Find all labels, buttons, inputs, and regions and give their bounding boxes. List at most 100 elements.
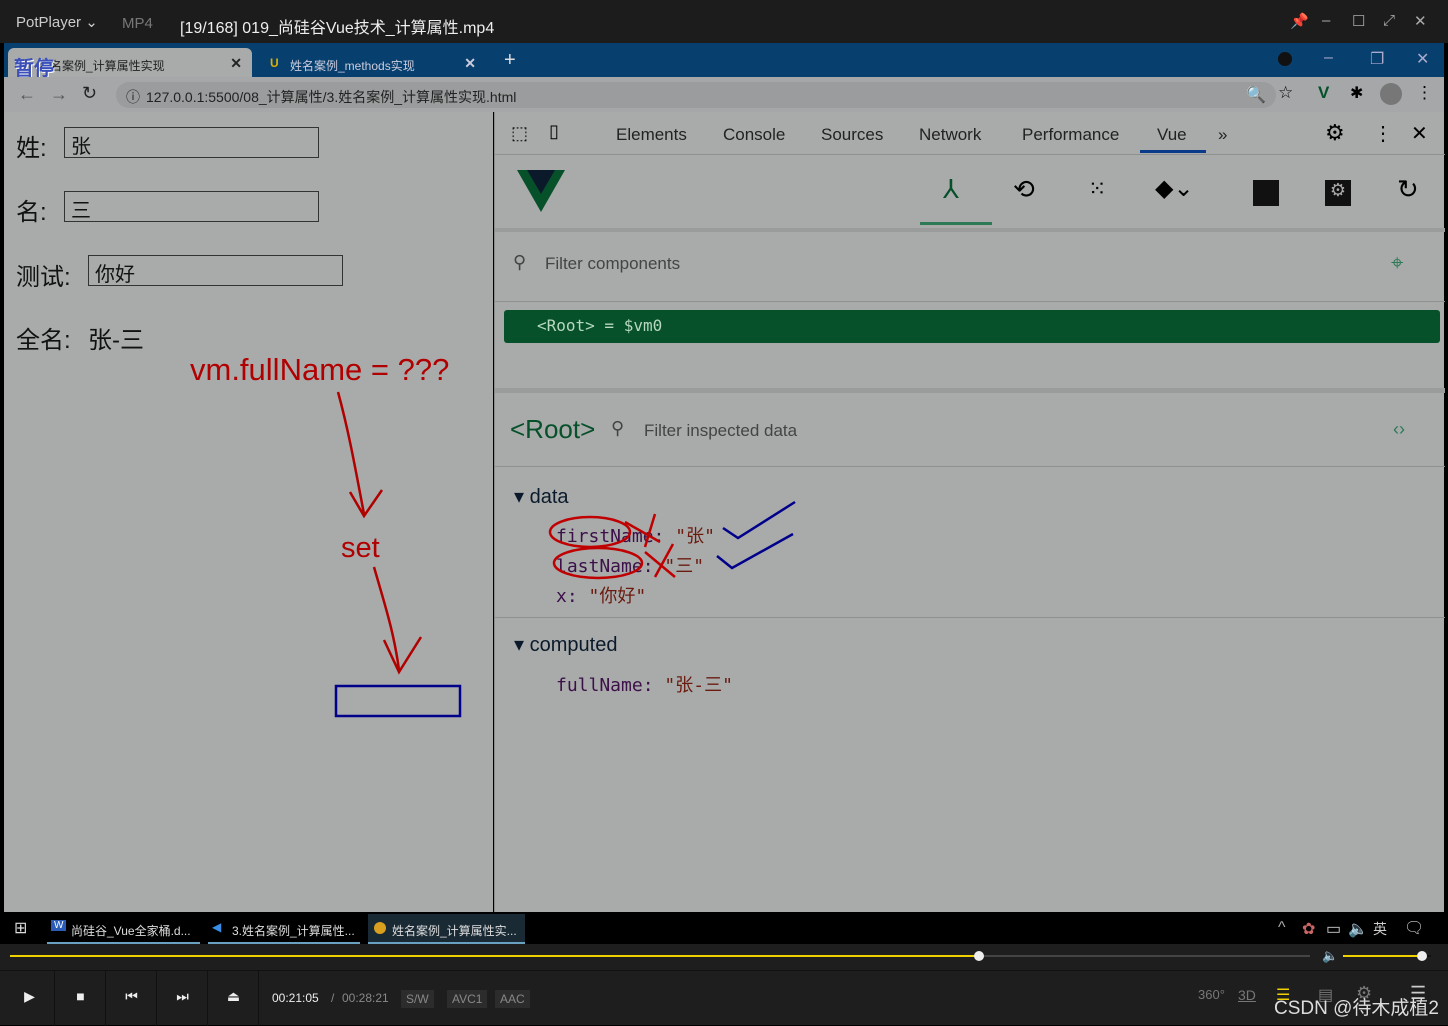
- taskbar-item-vscode[interactable]: ◀ 3.姓名案例_计算属性...: [208, 914, 360, 944]
- win-close[interactable]: ✕: [1416, 49, 1429, 69]
- eject-button[interactable]: ⏏: [209, 971, 259, 1026]
- url-input[interactable]: ⓘ 127.0.0.1:5500/08_计算属性/3.姓名案例_计算属性实现.ht…: [116, 82, 1276, 108]
- menu-icon[interactable]: ⋮: [1416, 83, 1433, 103]
- decoder-badge[interactable]: S/W: [401, 990, 434, 1008]
- inspected-title: <Root>: [510, 414, 596, 444]
- url-text: 127.0.0.1:5500/08_计算属性/3.姓名案例_计算属性实现.htm…: [146, 89, 517, 105]
- timeline-icon[interactable]: ⟲: [1013, 174, 1035, 205]
- info-icon: ⓘ: [126, 89, 140, 105]
- audio-codec-badge[interactable]: AAC: [495, 990, 530, 1008]
- win-restore[interactable]: ❐: [1370, 49, 1384, 69]
- inspect-element-icon[interactable]: ⬚: [511, 123, 528, 144]
- close-button[interactable]: ✕: [1414, 12, 1427, 30]
- filter-components-input[interactable]: Filter components: [545, 254, 680, 274]
- close-tab-icon[interactable]: ✕: [230, 55, 242, 72]
- components-active-indicator: [920, 222, 992, 225]
- chrome-icon: [374, 922, 386, 934]
- annotation-marks: [548, 500, 796, 580]
- routes-icon[interactable]: ◆⌄: [1155, 174, 1194, 203]
- filter-inspected-input[interactable]: Filter inspected data: [644, 421, 797, 441]
- computed-section[interactable]: ▾ computed: [514, 632, 617, 657]
- pin-icon[interactable]: 📌: [1290, 12, 1309, 30]
- play-button[interactable]: ▶: [5, 971, 55, 1026]
- active-tab-indicator: [1140, 150, 1206, 153]
- refresh-icon[interactable]: ↻: [1397, 174, 1419, 205]
- tray-expand-icon[interactable]: ^: [1278, 919, 1286, 937]
- taskbar-item-chrome[interactable]: 姓名案例_计算属性实...: [368, 914, 525, 944]
- tab-label: 姓名案例_methods实现: [290, 59, 415, 73]
- maximize-button[interactable]: ☐: [1352, 12, 1365, 30]
- stop-button[interactable]: ■: [56, 971, 106, 1026]
- star-icon[interactable]: ☆: [1278, 83, 1293, 103]
- win-minimize[interactable]: ‒: [1324, 49, 1333, 67]
- annotation-arrows: [334, 391, 462, 718]
- vue-settings-icon[interactable]: ⚙: [1325, 180, 1351, 206]
- windows-taskbar: ⊞ W 尚硅谷_Vue全家桶.d... ◀ 3.姓名案例_计算属性... 姓名案例_…: [0, 912, 1448, 944]
- section-label: computed: [529, 634, 618, 656]
- tray-app-icon[interactable]: ✿: [1302, 919, 1315, 939]
- fullscreen-button[interactable]: ⤢: [1383, 12, 1395, 29]
- forward-icon[interactable]: →: [50, 84, 68, 105]
- devtools-panel: ⬚ ▯ Elements Console Sources Network Per…: [494, 112, 1445, 912]
- computed-row: fullName: "张-三": [556, 675, 733, 696]
- tab-sources[interactable]: Sources: [821, 125, 883, 145]
- app-name: PotPlayer: [16, 14, 82, 31]
- reload-icon[interactable]: ↻: [82, 83, 97, 104]
- extensions-icon[interactable]: ✱: [1350, 83, 1363, 103]
- player-menu[interactable]: PotPlayer ⌄: [16, 13, 98, 31]
- address-bar-row: ← → ↻ ⓘ 127.0.0.1:5500/08_计算属性/3.姓名案例_计算属…: [4, 77, 1444, 112]
- tab-console[interactable]: Console: [723, 125, 785, 145]
- mute-icon[interactable]: 🔈: [1322, 948, 1338, 964]
- vr360-icon[interactable]: 360°: [1198, 987, 1225, 1002]
- close-tab-icon[interactable]: ✕: [464, 55, 476, 72]
- tab-performance[interactable]: Performance: [1022, 125, 1119, 145]
- plugins-icon[interactable]: ⁙: [1088, 176, 1106, 202]
- battery-icon[interactable]: ▭: [1326, 919, 1341, 939]
- vue-logo: [517, 170, 565, 212]
- select-component-icon[interactable]: ⌖: [1391, 250, 1403, 276]
- computed-value: "张-三": [664, 675, 733, 696]
- open-in-editor-icon[interactable]: ‹›: [1393, 419, 1405, 440]
- page-content: 姓: 张 名: 三 测试: 你好 全名: 张-三 vm.fullName = ?…: [4, 112, 493, 912]
- taskbar-item-word[interactable]: W 尚硅谷_Vue全家桶.d...: [47, 914, 200, 944]
- volume-handle[interactable]: [1417, 951, 1428, 961]
- 3d-icon[interactable]: 3D: [1238, 987, 1256, 1003]
- components-icon[interactable]: ⅄: [943, 174, 959, 205]
- more-tabs-icon[interactable]: »: [1218, 125, 1227, 145]
- notifications-icon[interactable]: 🗨: [1404, 918, 1424, 938]
- zoom-icon[interactable]: 🔍: [1246, 85, 1266, 105]
- new-tab-button[interactable]: +: [504, 49, 516, 72]
- tab-vue[interactable]: Vue: [1157, 125, 1187, 145]
- seek-handle[interactable]: [973, 951, 984, 961]
- device-toolbar-icon[interactable]: ▯: [549, 121, 559, 142]
- video-codec-badge[interactable]: AVC1: [447, 990, 488, 1008]
- next-button[interactable]: ⏭: [158, 971, 208, 1026]
- previous-button[interactable]: ⏮: [107, 971, 157, 1026]
- settings-icon[interactable]: ⚙: [1325, 120, 1345, 146]
- watermark: CSDN @待木成植2: [1274, 998, 1439, 1019]
- avatar[interactable]: [1380, 83, 1402, 105]
- vue-extension-icon[interactable]: V: [1318, 83, 1329, 103]
- search-icon: ⚲: [513, 252, 527, 272]
- volume-icon[interactable]: 🔈: [1348, 919, 1368, 939]
- volume-level: [1343, 955, 1423, 957]
- performance-icon[interactable]: [1253, 180, 1279, 206]
- start-icon[interactable]: ⊞: [14, 918, 27, 938]
- ime-indicator[interactable]: 英: [1373, 919, 1387, 939]
- close-devtools-icon[interactable]: ✕: [1411, 121, 1428, 146]
- taskbar-label: 尚硅谷_Vue全家桶.d...: [71, 924, 191, 938]
- vue-tab-icon: U: [270, 56, 279, 70]
- root-component-row[interactable]: <Root> = $vm0: [504, 310, 1440, 343]
- minimize-button[interactable]: ‒: [1322, 12, 1330, 29]
- tab-methods[interactable]: U 姓名案例_methods实现 ✕: [260, 48, 486, 77]
- time-separator: /: [331, 991, 335, 1005]
- format-label: MP4: [122, 15, 153, 32]
- tab-network[interactable]: Network: [919, 125, 981, 145]
- more-options-icon[interactable]: ⋮: [1373, 121, 1393, 146]
- tab-elements[interactable]: Elements: [616, 125, 687, 145]
- vscode-icon: ◀: [212, 920, 222, 934]
- back-icon[interactable]: ←: [18, 84, 36, 105]
- seek-progress: [10, 955, 979, 957]
- current-time: 00:21:05: [272, 991, 319, 1005]
- word-icon: W: [51, 920, 67, 931]
